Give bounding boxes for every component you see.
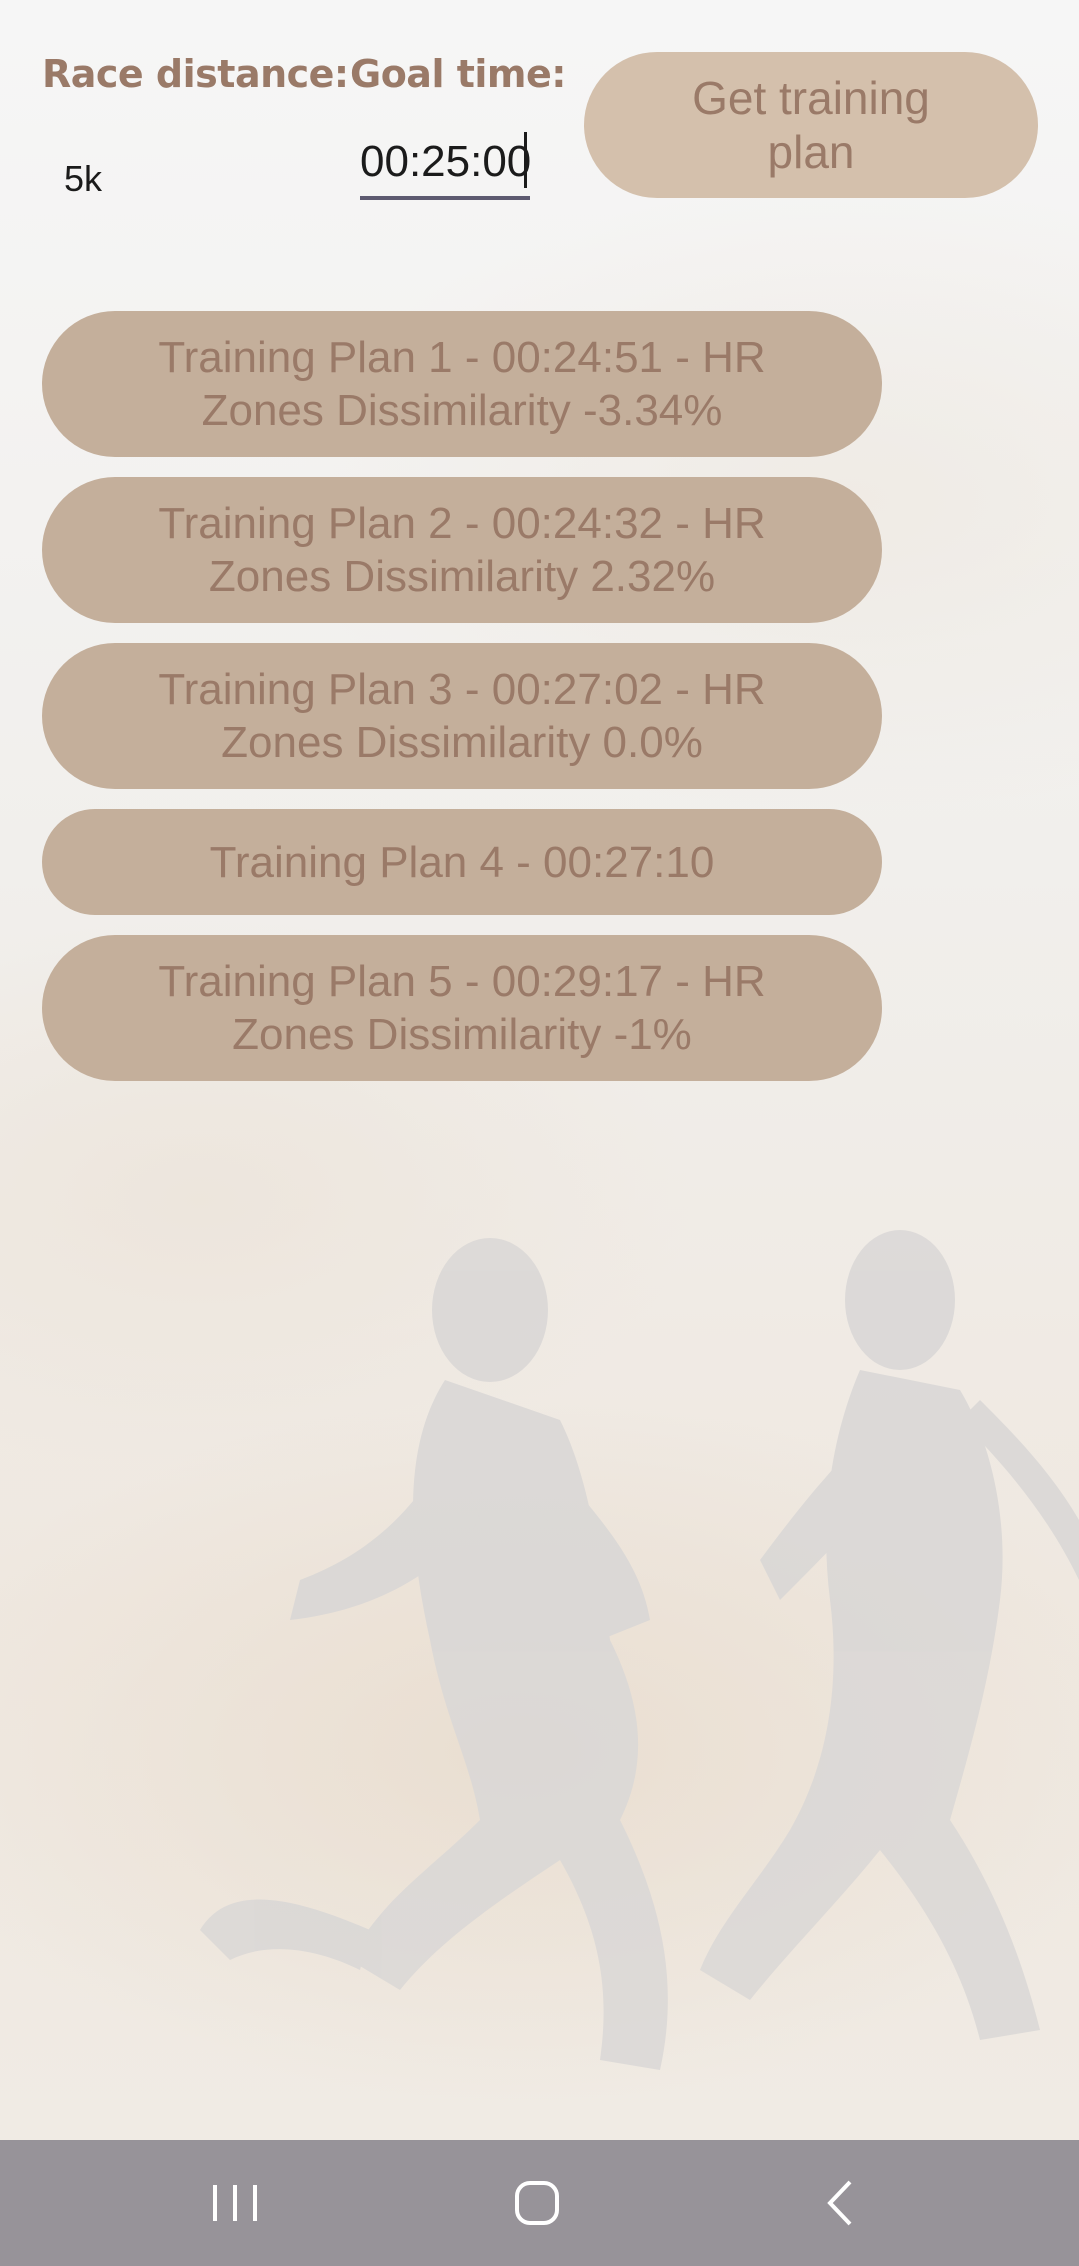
training-plan-list: Training Plan 1 - 00:24:51 - HR Zones Di… — [42, 311, 882, 1101]
recents-icon — [213, 2185, 257, 2221]
training-plan-button-2[interactable]: Training Plan 2 - 00:24:32 - HR Zones Di… — [42, 477, 882, 623]
back-button[interactable] — [770, 2140, 910, 2266]
text-cursor — [524, 132, 527, 188]
home-icon — [515, 2181, 559, 2225]
recents-button[interactable] — [165, 2140, 305, 2266]
system-navigation-bar — [0, 2140, 1079, 2266]
get-training-plan-button[interactable]: Get training plan — [584, 52, 1038, 198]
race-distance-label: Race distance: — [42, 52, 349, 96]
goal-time-input[interactable] — [360, 128, 530, 200]
training-plan-button-4[interactable]: Training Plan 4 - 00:27:10 — [42, 809, 882, 915]
training-plan-button-3[interactable]: Training Plan 3 - 00:27:02 - HR Zones Di… — [42, 643, 882, 789]
race-distance-select[interactable]: 5k — [64, 158, 102, 200]
home-button[interactable] — [467, 2140, 607, 2266]
back-icon — [827, 2180, 852, 2226]
training-plan-button-5[interactable]: Training Plan 5 - 00:29:17 - HR Zones Di… — [42, 935, 882, 1081]
training-plan-button-1[interactable]: Training Plan 1 - 00:24:51 - HR Zones Di… — [42, 311, 882, 457]
goal-time-label: Goal time: — [350, 52, 566, 96]
